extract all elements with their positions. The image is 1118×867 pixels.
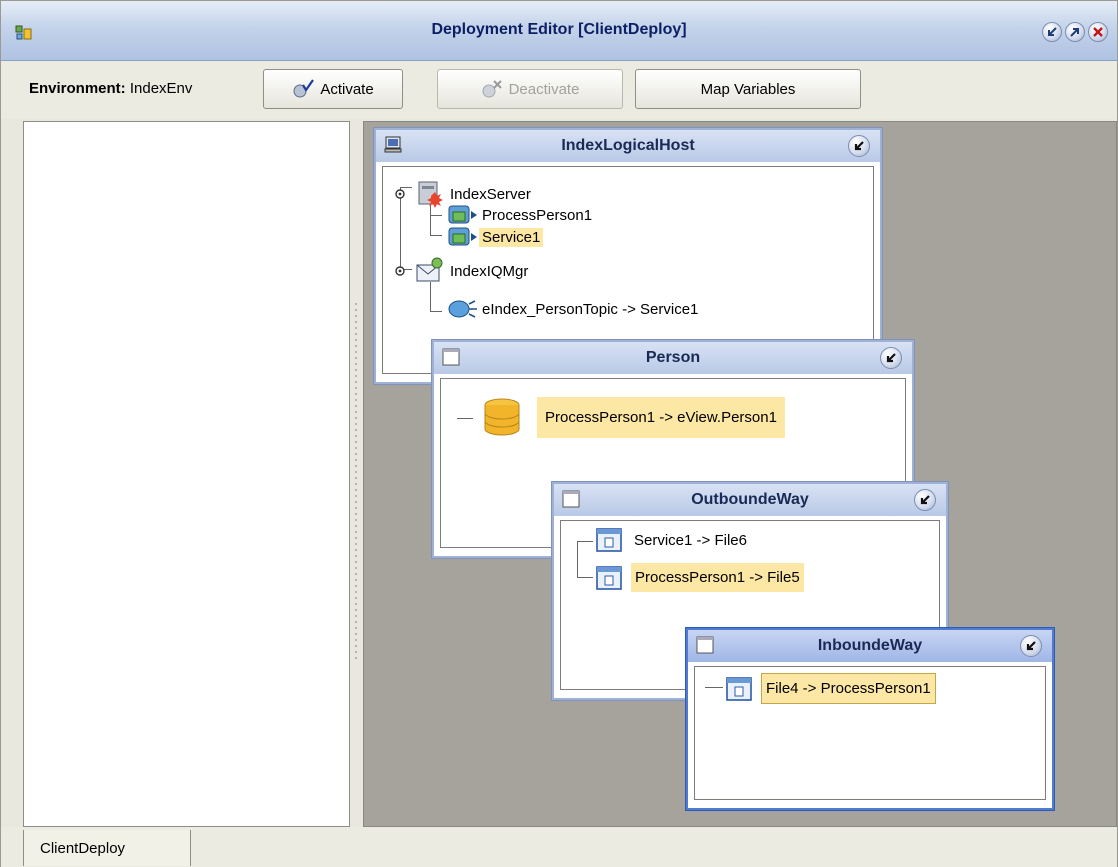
service-icon (448, 205, 477, 224)
queue-manager-icon (416, 257, 443, 282)
minimize-icon (1026, 641, 1036, 651)
window-title: Deployment Editor [ClientDeploy] (431, 21, 687, 38)
server-icon (418, 181, 443, 208)
restore-icon (1048, 27, 1057, 36)
logical-host-minimize-button[interactable] (848, 135, 870, 157)
toolbar: Environment: IndexEnv Activate Deactivat… (1, 61, 1117, 119)
outbound-title: OutboundeWay (691, 491, 809, 508)
expand-toggle-icon[interactable] (393, 264, 407, 278)
outbound-item-2[interactable]: ProcessPerson1 -> File5 (595, 563, 804, 592)
maximize-button[interactable] (1065, 22, 1085, 42)
outbound-item-1[interactable]: Service1 -> File6 (595, 527, 750, 553)
outbound-item-2-label: ProcessPerson1 -> File5 (631, 563, 804, 592)
deployment-editor-window: Deployment Editor [ClientDeploy] Environ… (0, 0, 1118, 867)
minimize-icon (886, 353, 896, 363)
activate-button[interactable]: Activate (263, 69, 403, 109)
panel-splitter[interactable] (353, 301, 359, 661)
environment-caption: Environment: (29, 80, 126, 97)
deployment-canvas[interactable]: IndexLogicalHost IndexServer ProcessPers… (363, 121, 1117, 827)
file-connector-icon (596, 528, 622, 552)
person-mapping-node[interactable]: ProcessPerson1 -> eView.Person1 (481, 389, 785, 445)
minimize-icon (854, 141, 864, 151)
inbound-content: File4 -> ProcessPerson1 (694, 666, 1046, 800)
close-button[interactable] (1088, 22, 1108, 42)
window-icon (696, 636, 714, 654)
deactivate-label: Deactivate (508, 80, 580, 98)
close-icon (1093, 27, 1103, 37)
environment-value: IndexEnv (129, 80, 193, 97)
person-title-bar[interactable]: Person (434, 342, 912, 374)
tab-clientdeploy[interactable]: ClientDeploy (23, 830, 191, 866)
service-node[interactable]: Service1 (445, 225, 544, 249)
expand-toggle-icon[interactable] (393, 187, 407, 201)
logical-host-title-bar[interactable]: IndexLogicalHost (376, 130, 880, 162)
process-person-node[interactable]: ProcessPerson1 (445, 203, 595, 227)
outbound-minimize-button[interactable] (914, 489, 936, 511)
inbound-frame[interactable]: InboundeWay File4 -> ProcessPerson1 (686, 628, 1054, 810)
index-server-label: IndexServer (450, 185, 531, 203)
environment-tree-panel[interactable] (23, 121, 350, 827)
topic-label: eIndex_PersonTopic -> Service1 (482, 300, 699, 318)
inbound-item-label: File4 -> ProcessPerson1 (761, 673, 936, 704)
file-connector-icon (596, 565, 622, 590)
bottom-tab-bar: ClientDeploy (1, 827, 1117, 867)
topic-icon (448, 300, 477, 318)
index-iqmgr-node[interactable]: IndexIQMgr (393, 257, 531, 285)
outbound-title-bar[interactable]: OutboundeWay (554, 484, 946, 516)
activate-label: Activate (320, 80, 374, 98)
maximize-icon (1070, 28, 1079, 37)
computer-icon (384, 136, 402, 153)
logical-host-title: IndexLogicalHost (561, 137, 695, 154)
service-icon (448, 227, 477, 246)
activate-icon (293, 79, 315, 98)
service-label: Service1 (479, 227, 544, 247)
outbound-item-1-label: Service1 -> File6 (634, 531, 747, 549)
restore-button[interactable] (1042, 22, 1062, 42)
topic-node[interactable]: eIndex_PersonTopic -> Service1 (445, 297, 701, 321)
minimize-icon (920, 495, 930, 505)
inbound-minimize-button[interactable] (1020, 635, 1042, 657)
environment-label: Environment: IndexEnv (29, 80, 192, 97)
window-icon (442, 348, 460, 366)
person-title: Person (645, 349, 701, 366)
map-variables-button[interactable]: Map Variables (635, 69, 861, 109)
person-minimize-button[interactable] (880, 347, 902, 369)
title-bar[interactable]: Deployment Editor [ClientDeploy] (1, 1, 1117, 61)
deactivate-button[interactable]: Deactivate (437, 69, 623, 109)
process-person-label: ProcessPerson1 (482, 206, 593, 224)
inbound-title-bar[interactable]: InboundeWay (688, 630, 1052, 662)
inbound-item[interactable]: File4 -> ProcessPerson1 (725, 673, 936, 704)
deactivate-icon (482, 80, 502, 98)
map-variables-label: Map Variables (700, 80, 796, 98)
index-iqmgr-label: IndexIQMgr (450, 262, 529, 280)
inbound-title: InboundeWay (817, 637, 923, 654)
database-icon (484, 398, 520, 436)
person-mapping-label: ProcessPerson1 -> eView.Person1 (537, 396, 785, 438)
file-connector-icon (726, 676, 752, 701)
tab-clientdeploy-label: ClientDeploy (40, 839, 126, 857)
window-icon (562, 490, 580, 508)
